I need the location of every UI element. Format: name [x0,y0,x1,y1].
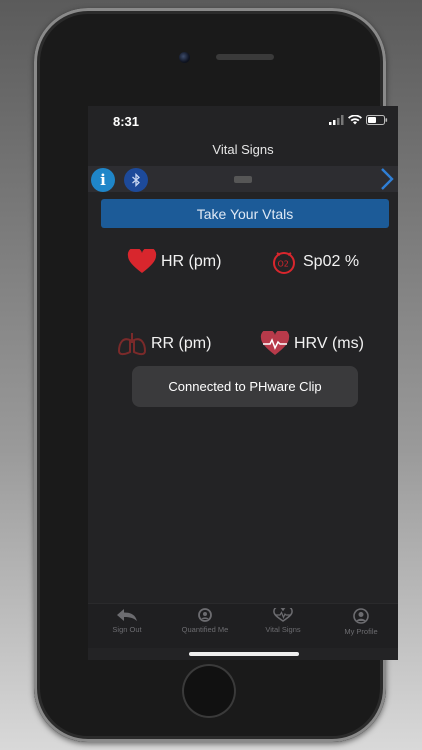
app-screen: 8:31 Vital Signs i Take Your Vtals HR (p… [88,106,398,660]
vital-hr-label: HR (pm) [161,253,222,270]
info-icon: i [100,171,106,189]
vital-hrv-label: HRV (ms) [294,335,364,352]
vital-rr[interactable]: RR (pm) [117,331,211,357]
phone-frame: 8:31 Vital Signs i Take Your Vtals HR (p… [34,8,398,742]
bluetooth-button[interactable] [124,168,148,192]
toast-message: Connected to PHware Clip [132,366,358,407]
tab-sign-out-label: Sign Out [112,625,142,634]
signal-icon [329,115,344,125]
vital-spo2-label: Sp02 % [303,253,360,270]
page-title: Vital Signs [212,142,274,157]
vital-signs-icon [273,608,293,622]
battery-icon [366,115,388,125]
wifi-icon [348,115,362,125]
svg-text:O2: O2 [278,260,289,269]
device-battery-indicator [234,176,252,183]
heart-icon [127,249,157,273]
home-indicator [189,652,299,656]
vital-hrv[interactable]: HRV (ms) [260,331,364,357]
take-vitals-button[interactable]: Take Your Vtals [101,199,389,228]
next-button[interactable] [379,167,395,196]
quantified-me-icon [198,608,212,622]
tab-my-profile-label: My Profile [344,627,378,636]
chevron-right-icon [381,168,394,190]
front-camera [179,52,190,63]
tab-quantified-me[interactable]: Quantified Me [166,608,244,646]
vital-rr-label: RR (pm) [151,335,212,352]
profile-icon [353,608,369,624]
tab-vital-signs-label: Vital Signs [265,625,301,634]
info-button[interactable]: i [91,168,115,192]
home-button[interactable] [182,664,236,718]
bluetooth-icon [132,173,140,187]
tab-vital-signs[interactable]: Vital Signs [244,608,322,646]
heart-pulse-icon [260,331,290,355]
tab-sign-out[interactable]: Sign Out [88,608,166,646]
device-toolbar: i [88,166,398,192]
lungs-icon [117,333,147,356]
status-icons [329,115,388,125]
sign-out-icon [117,609,137,621]
vital-spo2[interactable]: O2 Sp02 % [269,249,359,275]
earpiece-speaker [216,54,274,60]
oxygen-icon: O2 [273,252,295,274]
status-bar: 8:31 [88,106,398,134]
tab-my-profile[interactable]: My Profile [322,608,398,646]
vital-hr[interactable]: HR (pm) [127,249,221,275]
tab-bar: Sign Out Quantified Me Vital Signs My Pr… [88,603,398,648]
status-time: 8:31 [113,114,140,129]
tab-quantified-me-label: Quantified Me [181,625,229,634]
